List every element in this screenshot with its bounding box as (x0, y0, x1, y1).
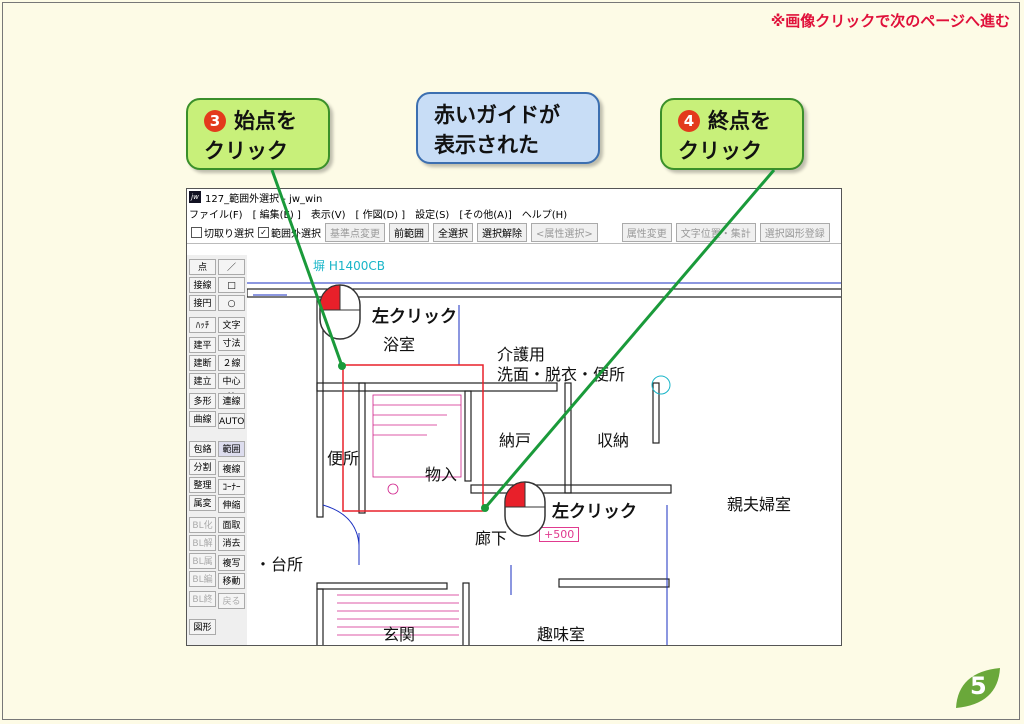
tool-extend[interactable]: 伸縮 (218, 497, 245, 513)
guide-line1: 赤いガイドが (434, 103, 560, 127)
step3-line1: 始点を (234, 109, 297, 133)
window-title: 127_範囲外選択 - jw_win (205, 193, 323, 205)
tool-chamfer[interactable]: 面取 (218, 517, 245, 533)
next-page-note[interactable]: ※画像クリックで次のページへ進む (771, 10, 1010, 31)
attr-change-button[interactable]: 属性変更 (621, 222, 672, 242)
outside-select-label: 範囲外選択 (271, 228, 321, 240)
step4-line2: クリック (678, 139, 762, 163)
tool-divide[interactable]: 分割 (189, 459, 216, 475)
dimension-value: +500 (539, 527, 580, 542)
room-storage: 納戸 (499, 431, 532, 450)
checkbox-unchecked[interactable] (191, 226, 202, 238)
page-number-badge: 5 (952, 664, 1004, 710)
tool-erase[interactable]: 消去 (218, 535, 245, 551)
left-click-label-1: 左クリック (372, 307, 457, 327)
tool-bar: 切取り選択 ✓ 範囲外選択 基準点変更 前範囲 全選択 選択解除 <属性選択> 属… (187, 221, 841, 244)
tool-envelope[interactable]: 包絡 (189, 441, 216, 457)
drawing-canvas[interactable]: 塀 H1400CB 浴室 介護用 洗面・脱衣・便所 納戸 収納 便所 物入 廊下… (247, 255, 841, 645)
jw-win-window: jw 127_範囲外選択 - jw_win ファイル(F) [ 編集(E) ] … (186, 188, 842, 646)
tool-point[interactable]: 点 (189, 259, 216, 275)
tool-hatch[interactable]: ﾊｯﾁ (189, 317, 216, 333)
room-bath: 浴室 (383, 335, 416, 354)
tool-bl-edit[interactable]: BL編 (189, 571, 216, 587)
tool-bl-release[interactable]: BL解 (189, 535, 216, 551)
tool-shape[interactable]: 図形 (189, 619, 216, 635)
tool-circle[interactable]: ○ (218, 295, 245, 311)
menu-file[interactable]: ファイル(F) (189, 206, 243, 221)
tool-bldg-elev[interactable]: 建立 (189, 373, 216, 389)
room-parents: 親夫婦室 (727, 495, 792, 514)
tool-copy-line[interactable]: 複線 (218, 461, 245, 477)
room-toilet: 便所 (327, 449, 360, 468)
outside-select-check[interactable]: ✓ 範囲外選択 (258, 225, 321, 240)
cut-select-check[interactable]: 切取り選択 (191, 225, 254, 240)
room-closet: 収納 (597, 431, 630, 450)
step4-line1: 終点を (708, 109, 771, 133)
tool-attr-change[interactable]: 属変 (189, 495, 216, 511)
deselect-button[interactable]: 選択解除 (477, 222, 527, 242)
tool-undo[interactable]: 戻る (218, 593, 245, 609)
fence-label: 塀 H1400CB (313, 259, 385, 273)
menu-edit[interactable]: [ 編集(E) ] (253, 206, 301, 221)
menu-bar: ファイル(F) [ 編集(E) ] 表示(V) [ 作図(D) ] 設定(S) … (187, 205, 841, 221)
tool-bldg-section[interactable]: 建断 (189, 355, 216, 371)
callout-guide: 赤いガイドが 表示された (416, 92, 600, 164)
tool-polygon[interactable]: 多形 (189, 393, 216, 409)
attr-select-button[interactable]: <属性選択> (531, 222, 598, 242)
tool-double-line[interactable]: ２線 (218, 355, 245, 371)
step3-number: 3 (204, 110, 226, 132)
menu-draw[interactable]: [ 作図(D) ] (356, 206, 406, 221)
title-bar: jw 127_範囲外選択 - jw_win (187, 189, 841, 205)
room-kitchen: ・台所 (255, 555, 304, 574)
room-entrance: 玄関 (383, 625, 416, 644)
tool-range[interactable]: 範囲 (218, 441, 245, 457)
tool-dimension[interactable]: 寸法 (218, 335, 245, 351)
tool-continuous-line[interactable]: 連線 (218, 393, 245, 409)
room-hobby: 趣味室 (537, 625, 586, 644)
checkbox-checked[interactable]: ✓ (258, 226, 269, 238)
tool-rect[interactable]: □ (218, 277, 245, 293)
left-click-label-2: 左クリック (552, 502, 637, 522)
tool-curve[interactable]: 曲線 (189, 411, 216, 427)
tool-palette: 点 接線 接円 ﾊｯﾁ 建平 建断 建立 多形 曲線 包絡 分割 整理 属変 B… (187, 255, 248, 645)
room-cupboard: 物入 (425, 465, 458, 484)
tool-text[interactable]: 文字 (218, 317, 245, 333)
room-hallway: 廊下 (475, 529, 508, 548)
tool-move[interactable]: 移動 (218, 573, 245, 589)
prev-range-button[interactable]: 前範囲 (389, 222, 429, 242)
tool-center-line[interactable]: 中心線 (218, 373, 245, 403)
cut-select-label: 切取り選択 (204, 228, 254, 240)
tool-bl-make[interactable]: BL化 (189, 517, 216, 533)
menu-settings[interactable]: 設定(S) (415, 206, 449, 221)
step4-number: 4 (678, 110, 700, 132)
tool-bldg-plan[interactable]: 建平 (189, 337, 216, 353)
menu-view[interactable]: 表示(V) (311, 206, 346, 221)
callout-step3: 3 始点を クリック (186, 98, 330, 170)
base-point-button[interactable]: 基準点変更 (325, 222, 385, 242)
tool-bl-end[interactable]: BL終 (189, 591, 216, 607)
step3-line2: クリック (204, 139, 288, 163)
register-shape-button[interactable]: 選択図形登録 (759, 222, 830, 242)
callout-step4: 4 終点を クリック (660, 98, 804, 170)
menu-help[interactable]: ヘルプ(H) (522, 206, 567, 221)
menu-other[interactable]: [その他(A)] (459, 206, 511, 221)
page-number: 5 (970, 672, 987, 700)
tool-bl-attr[interactable]: BL属 (189, 553, 216, 569)
guide-line2: 表示された (434, 133, 539, 157)
text-pos-button[interactable]: 文字位置・集計 (675, 222, 756, 242)
room-washroom: 洗面・脱衣・便所 (497, 365, 626, 384)
tool-organize[interactable]: 整理 (189, 477, 216, 493)
select-all-button[interactable]: 全選択 (433, 222, 473, 242)
tool-line[interactable]: ／ (218, 259, 245, 275)
tool-tangent[interactable]: 接線 (189, 277, 216, 293)
tool-duplicate[interactable]: 複写 (218, 555, 245, 571)
tool-auto[interactable]: AUTO (218, 413, 245, 429)
tool-corner[interactable]: ｺｰﾅｰ (218, 479, 245, 495)
app-icon: jw (189, 191, 201, 203)
tool-tangent-circle[interactable]: 接円 (189, 295, 216, 311)
